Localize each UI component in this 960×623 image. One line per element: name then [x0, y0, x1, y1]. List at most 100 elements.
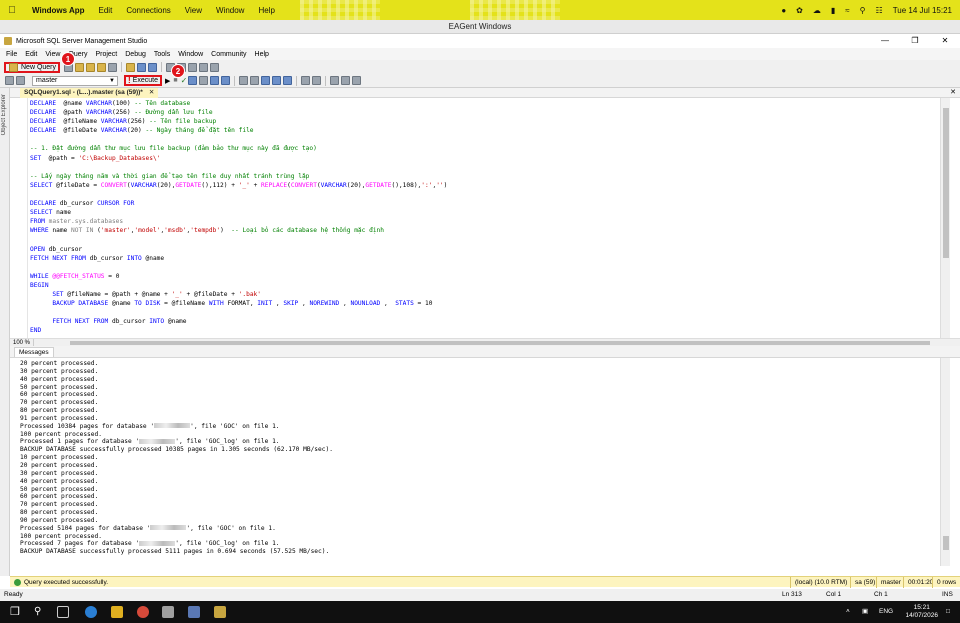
- app-icon[interactable]: [162, 606, 174, 618]
- apple-icon[interactable]: : [2, 5, 22, 16]
- code-token: (256): [111, 109, 135, 117]
- menu-file[interactable]: File: [6, 51, 17, 58]
- sql-editor[interactable]: DECLARE @name VARCHAR(100) -- Tên databa…: [10, 98, 950, 338]
- chrome-icon[interactable]: [137, 606, 149, 618]
- change-connection-icon[interactable]: [16, 76, 25, 85]
- estimated-plan-icon[interactable]: [188, 76, 198, 85]
- taskbar-clock[interactable]: 15:21 14/07/2026: [905, 604, 938, 620]
- scroll-thumb[interactable]: [943, 536, 949, 550]
- results-to-text-icon[interactable]: [261, 76, 271, 85]
- restore-icon[interactable]: ❐: [900, 34, 930, 48]
- close-tab-icon[interactable]: ✕: [149, 89, 154, 96]
- code-token: VARCHAR: [85, 109, 112, 117]
- ssms-title: Microsoft SQL Server Management Studio: [16, 37, 148, 45]
- tools-taskbar-icon[interactable]: [214, 606, 226, 618]
- file-explorer-icon[interactable]: [111, 606, 123, 618]
- mac-app-name[interactable]: Windows App: [32, 6, 85, 15]
- menu-debug[interactable]: Debug: [125, 51, 146, 58]
- increase-indent-icon[interactable]: [341, 76, 351, 85]
- network-icon[interactable]: ▣: [862, 601, 868, 623]
- template-explorer-icon[interactable]: [188, 62, 198, 72]
- new-query-button[interactable]: New Query: [4, 61, 61, 73]
- close-document-icon[interactable]: ✕: [950, 88, 956, 98]
- date-time[interactable]: Tue 14 Jul 15:21: [893, 6, 952, 15]
- windows-start-icon[interactable]: ❒: [10, 606, 22, 618]
- messages-vertical-scrollbar[interactable]: [940, 358, 950, 566]
- mac-menu-help[interactable]: Help: [258, 6, 274, 15]
- code-token: '_': [238, 181, 250, 189]
- save-all-icon[interactable]: [148, 62, 158, 72]
- dmx-query-icon[interactable]: [97, 62, 107, 72]
- mdx-query-icon[interactable]: [86, 62, 96, 72]
- execute-button[interactable]: ! Execute: [124, 75, 162, 86]
- siri-icon[interactable]: ●: [781, 6, 786, 15]
- code-token: +: [249, 181, 262, 189]
- query-options-icon[interactable]: [221, 76, 231, 85]
- search-icon[interactable]: ⚲: [860, 6, 866, 15]
- task-view-icon[interactable]: [57, 606, 69, 618]
- close-icon[interactable]: ✕: [930, 34, 960, 48]
- debug-icon[interactable]: ▶: [165, 77, 170, 85]
- menu-project[interactable]: Project: [95, 51, 117, 58]
- tab-sqlquery1[interactable]: SQLQuery1.sql - (L...).master (sa (59))*…: [20, 88, 159, 98]
- menu-tools[interactable]: Tools: [154, 51, 170, 58]
- sql-code[interactable]: DECLARE @name VARCHAR(100) -- Tên databa…: [30, 99, 447, 335]
- query-designer-icon[interactable]: [199, 76, 209, 85]
- save-icon[interactable]: [137, 62, 147, 72]
- code-token: @fileDate: [56, 127, 101, 135]
- ssms-taskbar-icon[interactable]: [188, 606, 200, 618]
- menu-edit[interactable]: Edit: [25, 51, 37, 58]
- results-to-grid-icon[interactable]: [272, 76, 282, 85]
- mac-menu-view[interactable]: View: [185, 6, 202, 15]
- decrease-indent-icon[interactable]: [330, 76, 340, 85]
- uncomment-icon[interactable]: [312, 76, 322, 85]
- menu-view[interactable]: View: [45, 51, 60, 58]
- notifications-icon[interactable]: □: [946, 601, 950, 623]
- wifi-icon[interactable]: ≈: [845, 6, 849, 15]
- menu-window[interactable]: Window: [178, 51, 203, 58]
- menu-help[interactable]: Help: [255, 51, 269, 58]
- mac-menu-window[interactable]: Window: [216, 6, 244, 15]
- scroll-thumb[interactable]: [70, 341, 930, 345]
- code-token: GETDATE: [365, 181, 392, 189]
- editor-horizontal-scrollbar[interactable]: 100 %: [10, 338, 960, 347]
- language-indicator[interactable]: ENG: [879, 601, 893, 623]
- code-token: SET: [52, 290, 64, 298]
- scroll-thumb[interactable]: [943, 108, 949, 258]
- message-line: 50 percent processed.: [20, 383, 99, 391]
- properties-icon[interactable]: [199, 62, 209, 72]
- results-to-file-icon[interactable]: [283, 76, 293, 85]
- bluetooth-icon[interactable]: ✿: [796, 6, 803, 15]
- mac-menu-edit[interactable]: Edit: [99, 6, 113, 15]
- message-line: Processed 10384 pages for database ' ', f…: [20, 422, 280, 430]
- messages-pane[interactable]: 20 percent processed. 30 percent processe…: [10, 358, 950, 566]
- edge-icon[interactable]: [85, 606, 97, 618]
- mac-menu-connections[interactable]: Connections: [126, 6, 170, 15]
- tray-chevron-icon[interactable]: ˄: [846, 601, 850, 623]
- menu-community[interactable]: Community: [211, 51, 246, 58]
- parse-icon[interactable]: ✓: [181, 76, 188, 85]
- minimize-icon[interactable]: —: [870, 34, 900, 48]
- connect-icon[interactable]: [5, 76, 14, 85]
- code-line: FROM master.sys.databases: [30, 217, 447, 226]
- database-selector[interactable]: master ▼: [32, 75, 118, 86]
- client-stats-icon[interactable]: [250, 76, 260, 85]
- intellisense-icon[interactable]: [210, 76, 220, 85]
- code-token: NOUNLOAD: [350, 300, 381, 308]
- cancel-query-icon[interactable]: ■: [173, 77, 177, 84]
- editor-vertical-scrollbar[interactable]: [940, 98, 950, 338]
- tab-messages[interactable]: Messages: [14, 347, 54, 357]
- object-explorer-strip[interactable]: Object Explorer: [0, 88, 10, 576]
- include-plan-icon[interactable]: [239, 76, 249, 85]
- search-icon[interactable]: ⚲: [34, 606, 46, 618]
- toolbox-icon[interactable]: [210, 62, 220, 72]
- code-token: INTO: [149, 318, 165, 326]
- specify-values-icon[interactable]: [352, 76, 362, 85]
- cloud-icon[interactable]: ☁: [813, 6, 821, 15]
- battery-icon[interactable]: ▮: [831, 6, 835, 15]
- comment-icon[interactable]: [301, 76, 311, 85]
- open-file-icon[interactable]: [126, 62, 136, 72]
- xmla-query-icon[interactable]: [108, 62, 118, 72]
- control-center-icon[interactable]: ☷: [876, 6, 883, 15]
- analysis-query-icon[interactable]: [75, 62, 85, 72]
